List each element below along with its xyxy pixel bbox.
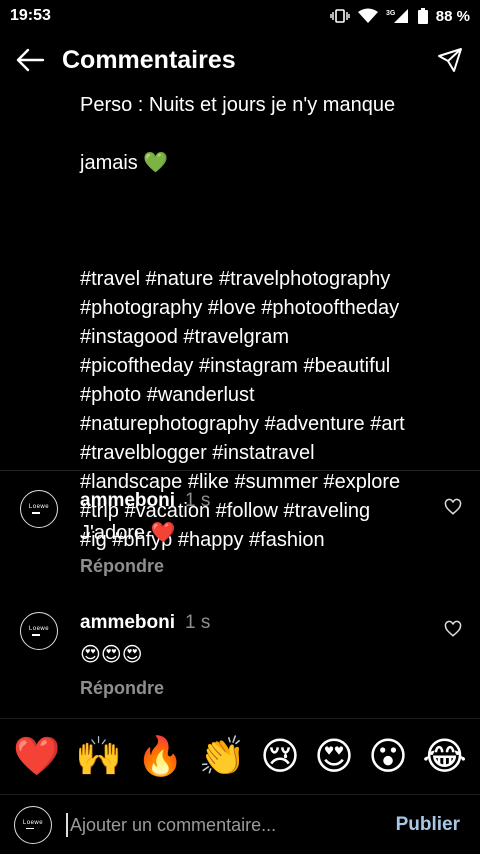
status-icons: 3G 88 %	[330, 8, 470, 25]
comment-input[interactable]: Ajouter un commentaire...	[66, 812, 390, 837]
status-bar: 19:53 3G 88 %	[0, 0, 480, 32]
comments-list[interactable]: Perso : Nuits et jours je n'y manque jam…	[0, 74, 480, 718]
emoji-heart-eyes[interactable]: 😍	[314, 734, 354, 779]
emoji-crying[interactable]: 😢	[260, 734, 300, 779]
comment-username[interactable]: ammeboni 1 s	[80, 612, 210, 634]
avatar: Loewe	[14, 805, 52, 844]
comment-time: 1 s	[185, 612, 211, 633]
avatar-logo-text: Loewe	[28, 504, 50, 511]
arrow-left-icon	[16, 48, 45, 72]
share-button[interactable]	[434, 44, 466, 76]
reply-button[interactable]: Répondre	[80, 678, 164, 699]
avatar[interactable]: Loewe	[20, 612, 58, 650]
network-type: 3G	[386, 10, 396, 17]
paper-plane-icon	[438, 48, 462, 72]
page-title: Commentaires	[62, 45, 236, 74]
emoji-quick-bar: ❤️ 🙌 🔥 👏 😢 😍 😮 😂	[0, 718, 480, 794]
back-button[interactable]	[14, 44, 46, 76]
emoji-laughing[interactable]: 😂	[422, 734, 466, 779]
caption-partial-line: Perso : Nuits et jours je n'y manque	[80, 94, 396, 116]
like-heart-icon[interactable]	[444, 498, 462, 516]
emoji-surprised[interactable]: 😮	[368, 734, 408, 779]
comment-username[interactable]: ammeboni 1 s	[80, 490, 210, 512]
battery-level: 88 %	[435, 7, 470, 25]
divider	[0, 470, 480, 471]
comment-time: 1 s	[185, 490, 211, 511]
wifi-icon	[357, 8, 378, 24]
emoji-heart[interactable]: ❤️	[13, 735, 60, 779]
avatar[interactable]: Loewe	[20, 490, 58, 528]
emoji-raised-hands[interactable]: 🙌	[75, 735, 122, 779]
comment-text: J'adore ❤️	[80, 522, 176, 544]
comment-text: 😍😍😍	[80, 644, 143, 666]
comment-input-bar: Loewe Ajouter un commentaire... Publier	[0, 794, 480, 854]
status-time: 19:53	[10, 7, 51, 24]
caption-line: jamais 💚	[80, 152, 169, 174]
emoji-clapping[interactable]: 👏	[198, 735, 245, 779]
like-heart-icon[interactable]	[444, 620, 462, 638]
reply-button[interactable]: Répondre	[80, 556, 164, 577]
signal-icon: 3G	[386, 8, 410, 24]
avatar-logo-text: Loewe	[22, 819, 44, 826]
publish-button[interactable]: Publier	[390, 814, 466, 836]
avatar-logo-text: Loewe	[28, 626, 50, 633]
vibrate-icon	[330, 8, 350, 24]
emoji-fire[interactable]: 🔥	[137, 735, 184, 779]
battery-icon	[417, 8, 428, 24]
